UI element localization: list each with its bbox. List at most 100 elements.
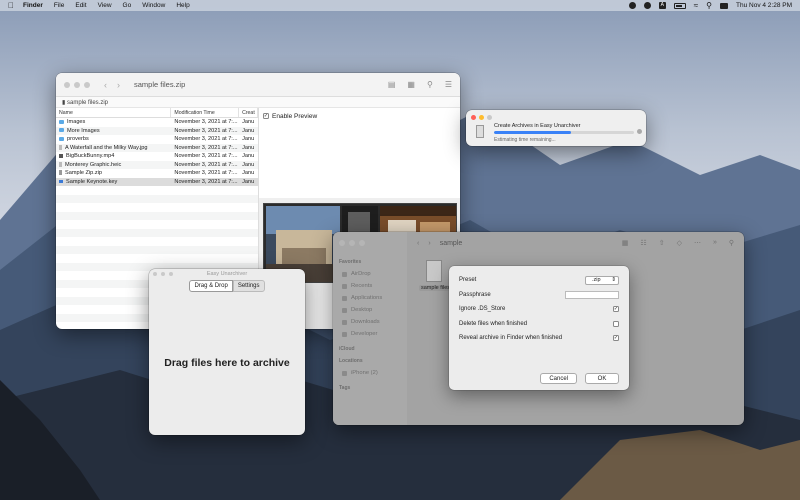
- file-item[interactable]: sample files...: [419, 260, 455, 291]
- passphrase-label: Passphrase: [459, 291, 491, 298]
- sidebar-header-tags: Tags: [339, 385, 351, 391]
- zoom-button[interactable]: [487, 115, 492, 120]
- window-controls: [64, 81, 90, 88]
- status-creative-cloud-icon[interactable]: [643, 2, 651, 9]
- search-icon[interactable]: ⚲: [706, 1, 712, 10]
- control-center-icon[interactable]: [720, 2, 728, 9]
- tab-drag-drop[interactable]: Drag & Drop: [189, 280, 233, 292]
- menu-file[interactable]: File: [54, 2, 64, 9]
- enable-preview-checkbox[interactable]: ✓: [263, 113, 269, 119]
- column-name[interactable]: Name: [56, 108, 172, 117]
- menu-view[interactable]: View: [98, 2, 112, 9]
- stop-icon[interactable]: [637, 129, 642, 134]
- minimize-button[interactable]: [479, 115, 484, 120]
- empty-row: [56, 186, 258, 195]
- easy-unarchiver-window: Easy Unarchiver Drag & Drop Settings Dra…: [149, 269, 305, 435]
- zoom-button[interactable]: [84, 81, 90, 88]
- sidebar-item-desktop[interactable]: Desktop: [339, 304, 401, 316]
- sidebar-header-locations: Locations: [339, 358, 363, 364]
- sidebar-item-downloads[interactable]: Downloads: [339, 316, 401, 328]
- search-icon[interactable]: ⚲: [729, 239, 734, 247]
- menu-window[interactable]: Window: [142, 2, 165, 9]
- empty-row: [56, 237, 258, 246]
- sidebar-item-developer[interactable]: Developer: [339, 328, 401, 340]
- close-button[interactable]: [471, 115, 476, 120]
- column-created[interactable]: Creat: [239, 108, 258, 117]
- window-title: sample files.zip: [134, 80, 186, 89]
- zoom-button[interactable]: [359, 240, 365, 246]
- file-row[interactable]: BigBuckBunny.mp4 November 3, 2021 at 7:.…: [56, 152, 258, 161]
- close-button[interactable]: [339, 240, 345, 246]
- column-modified[interactable]: Modification Time: [171, 108, 240, 117]
- archive-icon: [476, 125, 484, 138]
- applications-icon: [342, 295, 347, 301]
- menu-bar:  Finder File Edit View Go Window Help A…: [0, 0, 800, 11]
- wifi-icon[interactable]: ≈: [694, 1, 698, 10]
- menu-go[interactable]: Go: [123, 2, 132, 9]
- menu-edit[interactable]: Edit: [75, 2, 86, 9]
- more-icon[interactable]: ⋯: [694, 239, 701, 247]
- delete-files-checkbox[interactable]: [613, 320, 619, 327]
- list-view-icon[interactable]: ☰: [445, 80, 452, 89]
- file-row-selected[interactable]: Sample Keynote.key November 3, 2021 at 7…: [56, 177, 258, 186]
- menu-app-name[interactable]: Finder: [23, 2, 43, 9]
- sidebar-header-favorites: Favorites: [339, 259, 362, 265]
- enable-preview-label[interactable]: Enable Preview: [272, 113, 317, 120]
- tag-icon[interactable]: ◇: [677, 239, 682, 247]
- document-icon[interactable]: ▦: [407, 80, 415, 89]
- file-name: proverbs: [67, 136, 89, 143]
- window-titlebar: Easy Unarchiver: [149, 269, 305, 278]
- path-label[interactable]: sample files.zip: [67, 100, 108, 106]
- forward-icon[interactable]: ›: [117, 80, 120, 90]
- file-row[interactable]: More Images November 3, 2021 at 7:... Ja…: [56, 126, 258, 135]
- status-app-icon[interactable]: [628, 2, 636, 9]
- file-row[interactable]: proverbs November 3, 2021 at 7:... Janu: [56, 135, 258, 144]
- cancel-button[interactable]: Cancel: [540, 373, 577, 384]
- share-icon[interactable]: ⇧: [659, 239, 665, 247]
- passphrase-input[interactable]: [565, 290, 619, 299]
- icon-view-icon[interactable]: ▦: [622, 239, 629, 247]
- image-file-icon: [59, 161, 62, 167]
- zip-icon: ▮: [62, 100, 66, 106]
- forward-icon[interactable]: ›: [428, 240, 430, 247]
- minimize-button[interactable]: [349, 240, 355, 246]
- group-icon[interactable]: ☷: [640, 239, 646, 247]
- file-row[interactable]: Sample Zip.zip November 3, 2021 at 7:...…: [56, 169, 258, 178]
- battery-icon[interactable]: [673, 2, 686, 9]
- ok-button[interactable]: OK: [585, 373, 619, 384]
- file-row[interactable]: Images November 3, 2021 at 7:... Janu: [56, 118, 258, 127]
- reveal-archive-checkbox[interactable]: ✓: [613, 335, 619, 342]
- file-created: Janu: [242, 153, 255, 160]
- path-bar: ▮ sample files.zip: [56, 97, 460, 108]
- preset-select[interactable]: .zip ⇕: [585, 275, 619, 285]
- search-icon[interactable]: ⚲: [427, 80, 433, 89]
- file-name: Images: [67, 119, 86, 126]
- minimize-button[interactable]: [74, 81, 80, 88]
- tab-settings[interactable]: Settings: [232, 280, 265, 292]
- empty-row: [56, 211, 258, 220]
- apple-menu-icon[interactable]: : [8, 1, 14, 10]
- option-label: Reveal archive in Finder when finished: [459, 335, 563, 342]
- ignore-ds-store-checkbox[interactable]: ✓: [613, 306, 619, 313]
- option-row-delete-files: Delete files when finished: [459, 317, 619, 332]
- option-label: Delete files when finished: [459, 320, 528, 327]
- progress-title: Create Archives in Easy Unarchiver: [494, 123, 581, 129]
- drop-zone-label[interactable]: Drag files here to archive: [149, 357, 305, 369]
- sidebar-item-recents[interactable]: Recents: [339, 280, 401, 292]
- back-icon[interactable]: ‹: [104, 80, 107, 90]
- input-source-icon[interactable]: A: [658, 2, 666, 9]
- menu-help[interactable]: Help: [176, 2, 189, 9]
- expand-icon[interactable]: »: [713, 239, 717, 247]
- menubar-clock[interactable]: Thu Nov 4 2:28 PM: [736, 2, 792, 9]
- desktop-icon: [342, 307, 347, 313]
- sidebar-item-applications[interactable]: Applications: [339, 292, 401, 304]
- file-row[interactable]: Monterey Graphic.heic November 3, 2021 a…: [56, 160, 258, 169]
- sidebar-item-airdrop[interactable]: AirDrop: [339, 268, 401, 280]
- back-icon[interactable]: ‹: [417, 240, 419, 247]
- sidebar-item-iphone[interactable]: iPhone (2): [339, 367, 401, 379]
- extract-icon[interactable]: ▤: [388, 80, 396, 89]
- file-modified: November 3, 2021 at 7:...: [174, 161, 238, 168]
- close-button[interactable]: [64, 81, 70, 88]
- file-name: Monterey Graphic.heic: [65, 161, 122, 168]
- file-row[interactable]: A Waterfall and the Milky Way.jpg Novemb…: [56, 143, 258, 152]
